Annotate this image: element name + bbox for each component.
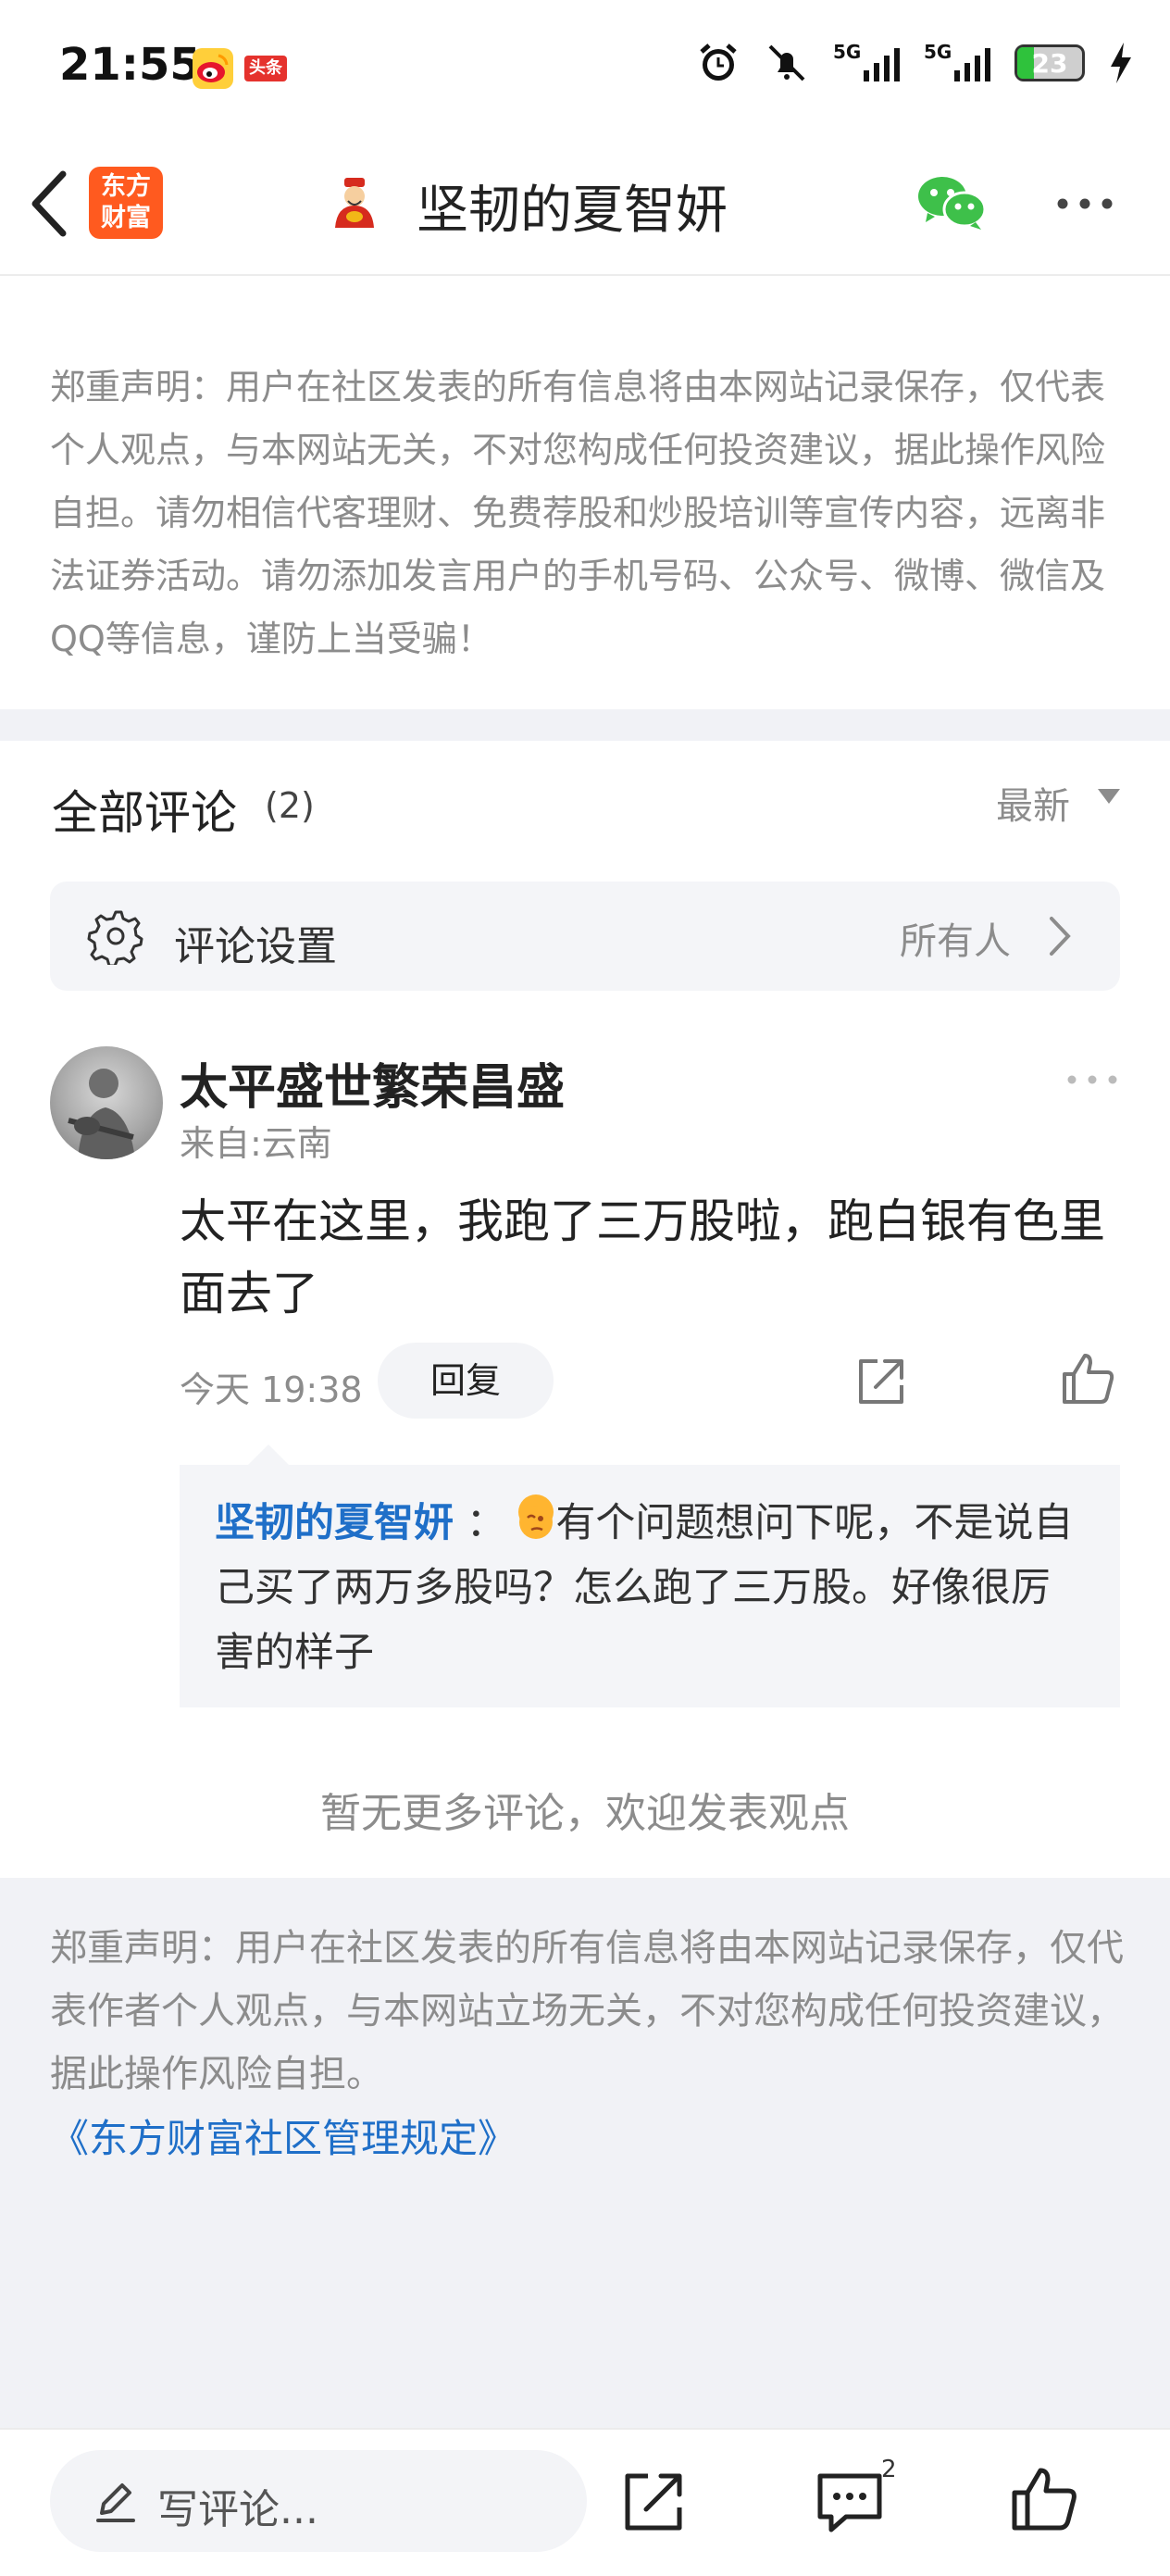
- back-button[interactable]: [26, 167, 72, 241]
- like-button[interactable]: [1009, 2463, 1079, 2533]
- comment-time: 今天 19:38: [180, 1369, 363, 1410]
- comments-button[interactable]: [815, 2469, 885, 2535]
- section-divider: [0, 709, 1170, 741]
- status-icons: 5G 5G 23: [696, 41, 1133, 85]
- network-label-2: 5G: [924, 41, 952, 63]
- thumbs-up-icon: [1012, 2468, 1077, 2531]
- gear-icon: [87, 907, 144, 968]
- quoted-author[interactable]: 坚韧的夏智妍: [215, 1500, 454, 1546]
- nav-divider: [0, 274, 1170, 276]
- battery-level: 23: [1031, 48, 1068, 79]
- quoted-separator: ：: [466, 1500, 506, 1546]
- network-label-1: 5G: [833, 41, 862, 63]
- god-of-wealth-icon: [328, 176, 381, 230]
- like-icon[interactable]: [1059, 1350, 1116, 1407]
- community-rules-link[interactable]: 《东方财富社区管理规定》: [50, 2107, 517, 2164]
- sort-dropdown[interactable]: 最新: [996, 776, 1070, 830]
- comment-author[interactable]: 太平盛世繁荣昌盛: [180, 1048, 565, 1118]
- share-button[interactable]: [620, 2469, 687, 2535]
- wechat-share-button[interactable]: [916, 172, 987, 231]
- comment-more-button[interactable]: [1064, 1070, 1120, 1089]
- chevron-left-icon: [31, 170, 67, 237]
- chevron-right-icon: [1046, 911, 1074, 961]
- share-icon[interactable]: [853, 1354, 909, 1409]
- comment-text: 太平在这里，我跑了三万股啦，跑白银有色里面去了: [180, 1194, 1105, 1320]
- wechat-icon: [918, 177, 987, 230]
- page-title: 坚韧的夏智妍: [417, 181, 728, 241]
- logo-text-top: 东方: [101, 172, 151, 201]
- mute-icon: [768, 44, 805, 81]
- disclaimer-bottom: 郑重声明：用户在社区发表的所有信息将由本网站记录保存，仅代表作者个人观点，与本网…: [50, 1927, 1124, 2095]
- avatar[interactable]: [50, 1046, 163, 1159]
- caret-down-icon[interactable]: [1098, 789, 1120, 804]
- battery-icon: 23: [1014, 44, 1085, 81]
- weibo-icon: [193, 48, 233, 89]
- status-time: 21:55: [59, 39, 201, 91]
- write-comment-input[interactable]: 写评论...: [50, 2450, 587, 2552]
- comment-location: 来自:云南: [180, 1123, 332, 1164]
- more-dots-icon: [1067, 1075, 1117, 1084]
- toutiao-icon: 头条: [244, 56, 287, 81]
- pencil-icon: [93, 2478, 139, 2524]
- all-comments-label: 全部评论: [52, 786, 237, 840]
- reply-button[interactable]: 回复: [378, 1343, 554, 1419]
- more-options-button[interactable]: [1055, 181, 1114, 226]
- quote-pointer: [248, 1444, 289, 1465]
- charging-icon: [1111, 43, 1131, 83]
- thinking-emoji-icon: [518, 1494, 554, 1539]
- comment-settings-row[interactable]: 评论设置 所有人: [50, 882, 1120, 991]
- comment-count-badge: 2: [881, 2456, 897, 2483]
- comment-settings-value: 所有人: [900, 920, 1011, 963]
- comment-settings-label: 评论设置: [174, 923, 337, 970]
- alarm-icon: [700, 44, 737, 81]
- signal-icon-2: 5G: [924, 41, 990, 85]
- quoted-reply[interactable]: 坚韧的夏智妍 ： 有个问题想问下呢，不是说自己买了两万多股吗？怎么跑了三万股。好…: [180, 1465, 1120, 1707]
- write-comment-placeholder: 写评论...: [157, 2486, 318, 2533]
- more-dots-icon: [1057, 198, 1113, 209]
- comment-bubble-icon: [817, 2473, 882, 2532]
- no-more-comments: 暂无更多评论，欢迎发表观点: [320, 1790, 850, 1837]
- disclaimer-top: 郑重声明：用户在社区发表的所有信息将由本网站记录保存，仅代表个人观点，与本网站无…: [50, 367, 1106, 659]
- signal-icon-1: 5G: [833, 41, 900, 85]
- share-icon: [625, 2473, 682, 2531]
- eastmoney-logo[interactable]: 东方 财富: [89, 167, 163, 239]
- comments-count: (2): [265, 785, 315, 826]
- logo-text-bottom: 财富: [101, 204, 151, 232]
